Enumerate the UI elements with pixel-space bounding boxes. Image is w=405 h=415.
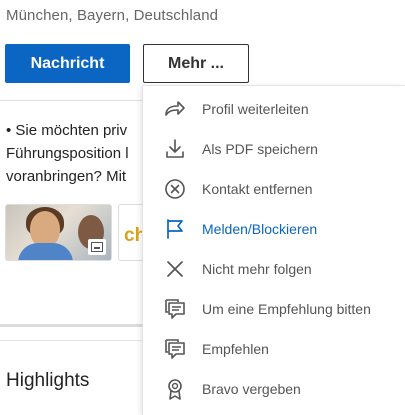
- menu-item-share-profile[interactable]: Profil weiterleiten: [143, 89, 405, 129]
- close-icon: [163, 257, 187, 281]
- divider: [0, 340, 145, 341]
- menu-item-give-kudos[interactable]: Bravo vergeben: [143, 369, 405, 409]
- about-line: Führungsposition l: [6, 145, 129, 162]
- menu-item-remove-connection[interactable]: Kontakt entfernen: [143, 169, 405, 209]
- flag-icon: [163, 217, 187, 241]
- section-separator: [0, 324, 145, 327]
- highlights-heading: Highlights: [6, 370, 90, 391]
- menu-item-unfollow[interactable]: Nicht mehr folgen: [143, 249, 405, 289]
- menu-item-label: Kontakt entfernen: [202, 181, 313, 197]
- share-icon: [163, 97, 187, 121]
- menu-item-label: Um eine Empfehlung bitten: [202, 301, 371, 317]
- menu-item-recommend[interactable]: Empfehlen: [143, 329, 405, 369]
- menu-item-label: Als PDF speichern: [202, 141, 318, 157]
- featured-media-thumbnail[interactable]: [5, 204, 112, 261]
- download-icon: [163, 137, 187, 161]
- award-icon: [163, 377, 187, 401]
- about-text: • Sie möchten priv Führungsposition l vo…: [6, 119, 143, 188]
- menu-item-label: Melden/Blockieren: [202, 221, 318, 237]
- about-line: • Sie möchten priv: [6, 122, 128, 139]
- recommendation-icon: [163, 297, 187, 321]
- remove-connection-icon: [163, 177, 187, 201]
- message-button[interactable]: Nachricht: [5, 44, 130, 83]
- media-icon: [88, 239, 106, 255]
- divider: [0, 100, 145, 101]
- more-dropdown-menu: Profil weiterleiten Als PDF speichern Ko…: [142, 85, 405, 415]
- recommendation-icon: [163, 337, 187, 361]
- profile-location: München, Bayern, Deutschland: [6, 7, 219, 24]
- more-button[interactable]: Mehr ...: [143, 44, 249, 83]
- menu-item-request-recommendation[interactable]: Um eine Empfehlung bitten: [143, 289, 405, 329]
- menu-item-report-block[interactable]: Melden/Blockieren: [143, 209, 405, 249]
- menu-item-label: Empfehlen: [202, 341, 269, 357]
- menu-item-label: Bravo vergeben: [202, 381, 301, 397]
- about-line: voranbringen? Mit: [6, 168, 127, 185]
- menu-item-label: Profil weiterleiten: [202, 101, 309, 117]
- menu-item-label: Nicht mehr folgen: [202, 261, 312, 277]
- menu-item-save-pdf[interactable]: Als PDF speichern: [143, 129, 405, 169]
